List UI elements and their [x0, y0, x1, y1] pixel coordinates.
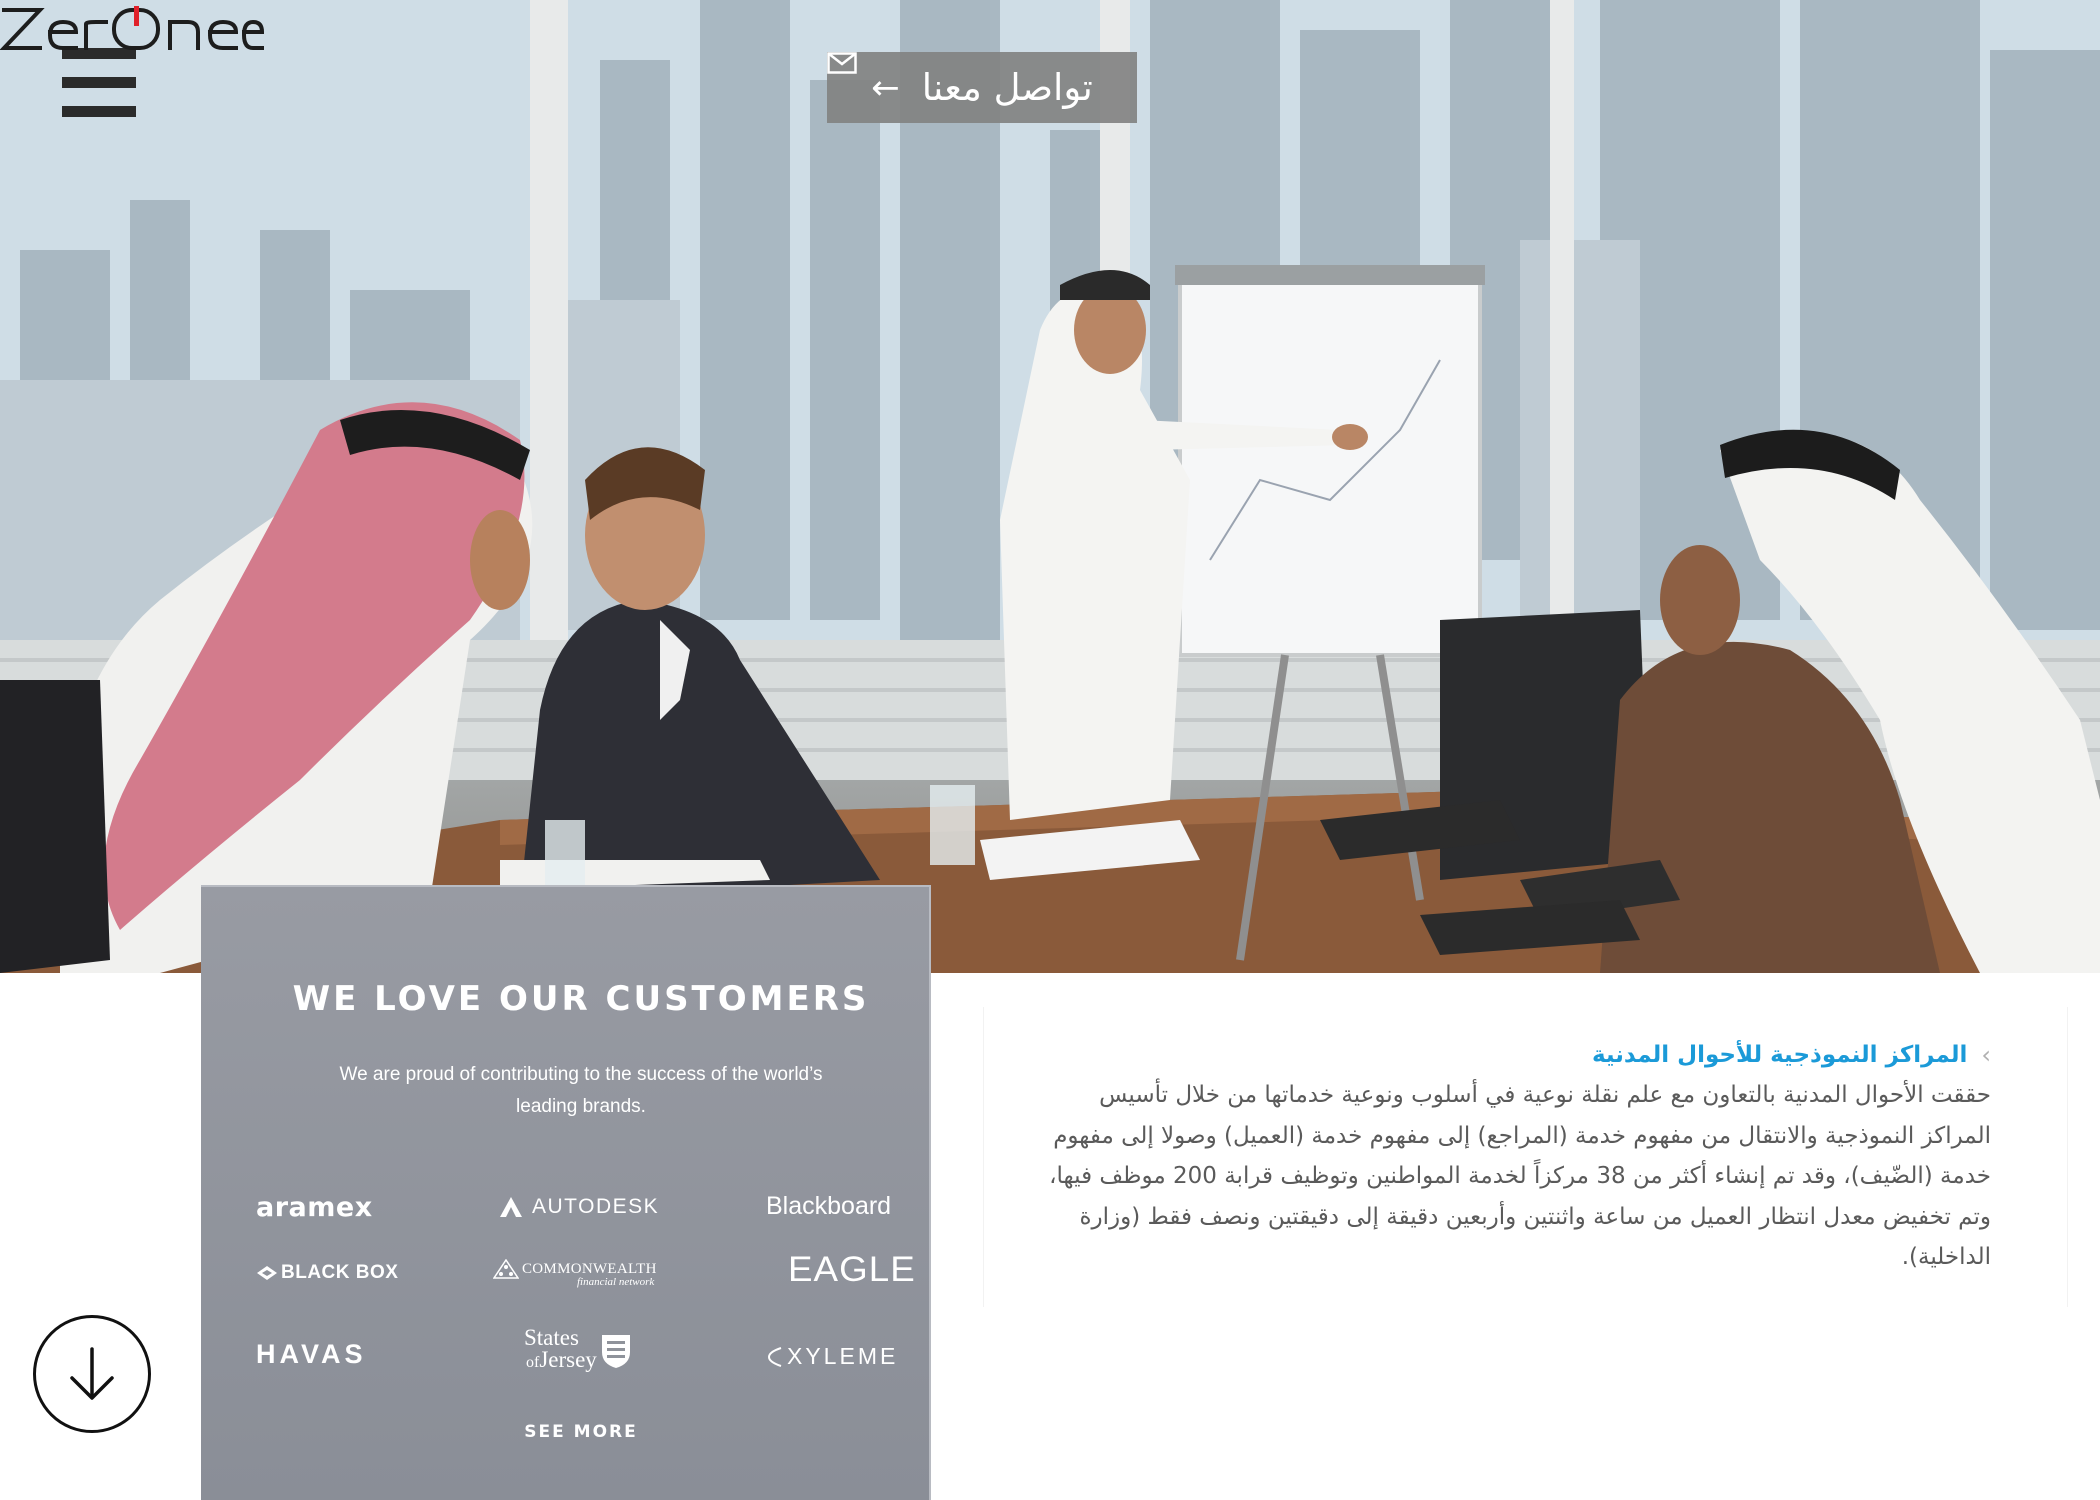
chevron-left-icon: ‹ [1981, 1041, 1991, 1069]
brand-logo-autodesk: AUTODESK [498, 1195, 659, 1219]
menu-bar [62, 106, 136, 117]
contact-us-label: تواصل معنا [921, 66, 1093, 109]
article-title-row[interactable]: المراكز النموذجية للأحوال المدنية ‹ [1592, 1042, 1991, 1068]
hero-photo-illustration [0, 0, 2100, 973]
brand-name: AUTODESK [532, 1195, 660, 1218]
brand-name-of: of [526, 1354, 540, 1371]
brand-name: aramex [256, 1192, 373, 1223]
arrow-down-icon [70, 1347, 114, 1400]
brand-name: EAGLE [787, 1250, 916, 1289]
hero-image: ← تواصل معنا [0, 0, 2100, 973]
xyleme-icon [767, 1346, 782, 1367]
brand-tagline: financial network [577, 1276, 655, 1288]
brand-logo-commonwealth: COMMONWEALTH financial network [493, 1259, 657, 1288]
brand-logo-xyleme: XYLEME [767, 1343, 898, 1370]
brand-logo-aramex: aramex [256, 1192, 373, 1223]
scroll-down-button[interactable] [33, 1315, 151, 1433]
brand-name: BLACK BOX [281, 1262, 399, 1283]
brand-name: Blackboard [766, 1192, 892, 1220]
arrow-left-icon: ← [871, 67, 900, 108]
article-card: المراكز النموذجية للأحوال المدنية ‹ حققت… [983, 1007, 2068, 1307]
brand-logo-blackboard: Blackboard [766, 1192, 891, 1221]
brand-logo-states-of-jersey: States ofJersey [524, 1325, 633, 1374]
brand-name-line1: States [524, 1325, 579, 1350]
customers-title: WE LOVE OUR CUSTOMERS [292, 979, 870, 1019]
blackbox-icon [257, 1266, 277, 1280]
brand-name: COMMONWEALTH [522, 1260, 657, 1277]
brand-logo-eagle: EAGLE [788, 1250, 916, 1290]
menu-bar [62, 77, 136, 88]
brand-name: HAVAS [256, 1339, 367, 1369]
autodesk-icon [500, 1197, 522, 1217]
brand-name-line2: Jersey [539, 1347, 597, 1372]
article-body: حققت الأحوال المدنية بالتعاون مع علم نقل… [1049, 1082, 1991, 1270]
contact-us-button[interactable]: ← تواصل معنا [827, 52, 1137, 123]
customers-panel: WE LOVE OUR CUSTOMERS We are proud of co… [201, 885, 931, 1500]
customers-subtitle: We are proud of contributing to the succ… [339, 1064, 823, 1117]
jersey-crest-icon [601, 1334, 630, 1368]
mail-icon [827, 52, 857, 74]
brand-name: XYLEME [787, 1343, 899, 1369]
commonwealth-icon [493, 1259, 519, 1279]
logo-accent [134, 6, 139, 26]
zerone-logo[interactable] [0, 0, 266, 56]
hamburger-menu-icon[interactable] [60, 48, 136, 124]
see-more-link[interactable]: SEE MORE [201, 1422, 961, 1442]
brand-logo-blackbox: BLACK BOX [256, 1262, 398, 1284]
article-title[interactable]: المراكز النموذجية للأحوال المدنية [1592, 1042, 1967, 1068]
brand-logo-havas: HAVAS [256, 1339, 367, 1370]
